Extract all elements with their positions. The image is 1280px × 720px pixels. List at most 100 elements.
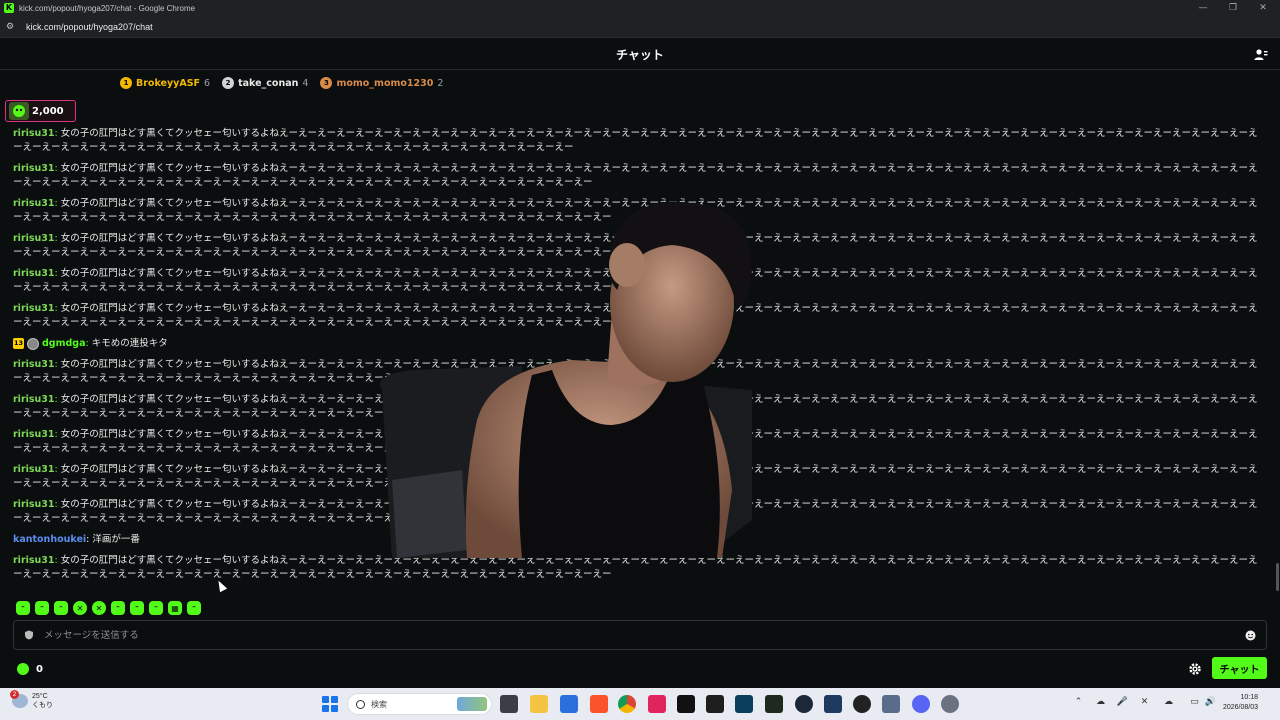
leaderboard-item[interactable]: 3 momo_momo1230 2 xyxy=(320,77,443,89)
chat-message[interactable]: ririsu31: 女の子の肛門はどす黒くてクッセェー匂いするよねえーえーえーえ… xyxy=(13,162,1263,190)
send-chat-button[interactable]: チャット xyxy=(1212,657,1267,679)
obs-icon[interactable] xyxy=(853,695,871,713)
message-username[interactable]: ririsu31 xyxy=(13,268,55,279)
emote-icon[interactable]: ᵔ xyxy=(54,601,68,615)
site-info-icon[interactable]: ⚙ xyxy=(6,22,18,32)
gift-amount: 2,000 xyxy=(32,105,64,117)
restore-icon[interactable]: ❐ xyxy=(1218,0,1248,16)
chatters-icon[interactable] xyxy=(1254,48,1268,62)
message-username[interactable]: ririsu31 xyxy=(13,394,55,405)
emoji-picker-icon[interactable] xyxy=(1245,630,1256,641)
minimize-icon[interactable]: — xyxy=(1188,0,1218,16)
leaderboard-item[interactable]: 1 BrokeyyASF 6 xyxy=(120,77,210,89)
message-username[interactable]: ririsu31 xyxy=(13,128,55,139)
app-icon[interactable] xyxy=(706,695,724,713)
emote-icon[interactable]: ᵔ xyxy=(16,601,30,615)
app-icon[interactable] xyxy=(882,695,900,713)
window-title: kick.com/popout/hyoga207/chat - Google C… xyxy=(19,3,196,13)
weather-widget[interactable]: 2 25°C くもり xyxy=(10,690,53,710)
app-icon[interactable] xyxy=(735,695,753,713)
close-window-icon[interactable]: ✕ xyxy=(1248,0,1278,16)
search-icon xyxy=(356,699,365,709)
weather-temp: 25°C xyxy=(32,693,48,700)
microphone-icon[interactable]: 🎤 xyxy=(1116,696,1129,709)
message-username[interactable]: ririsu31 xyxy=(13,303,55,314)
user-badge-icon xyxy=(27,337,39,350)
message-username[interactable]: ririsu31 xyxy=(13,233,55,244)
message-username[interactable]: dgmdga xyxy=(42,338,86,349)
app-icon[interactable] xyxy=(824,695,842,713)
points-count: 0 xyxy=(36,663,43,675)
points-icon xyxy=(17,663,29,675)
chat-message[interactable]: ririsu31: 女の子の肛門はどす黒くてクッセェー匂いするよねえーえーえーえ… xyxy=(13,554,1263,582)
chat-header: チャット xyxy=(0,40,1280,70)
message-username[interactable]: ririsu31 xyxy=(13,499,55,510)
emote-icon[interactable]: ᵔ xyxy=(130,601,144,615)
emote-icon[interactable]: ✕ xyxy=(92,601,106,615)
shield-icon[interactable] xyxy=(24,630,34,640)
leaderboard-count: 4 xyxy=(302,77,309,89)
message-username[interactable]: ririsu31 xyxy=(13,163,55,174)
address-bar: ⚙ kick.com/popout/hyoga207/chat xyxy=(0,16,1280,38)
settings-app-icon[interactable] xyxy=(941,695,959,713)
volume-icon[interactable]: 🔊 xyxy=(1204,696,1217,709)
leaderboard-name: momo_momo1230 xyxy=(336,77,434,89)
url-text[interactable]: kick.com/popout/hyoga207/chat xyxy=(26,22,153,32)
network-icon[interactable]: ▭ xyxy=(1188,696,1201,709)
chat-input-box xyxy=(13,620,1267,650)
chat-message[interactable]: ririsu31: 女の子の肛門はどす黒くてクッセェー匂いするよねえーえーえーえ… xyxy=(13,127,1263,155)
chat-title: チャット xyxy=(616,48,664,62)
message-username[interactable]: ririsu31 xyxy=(13,464,55,475)
tray-app-icon[interactable]: ✕ xyxy=(1138,696,1151,709)
message-text: 女の子の肛門はどす黒くてクッセェー匂いするよねえーえーえーえーえーえーえーえーえ… xyxy=(13,555,1258,580)
subscriber-badge: 13 xyxy=(13,338,24,349)
app-icon[interactable] xyxy=(765,695,783,713)
steam-icon[interactable] xyxy=(795,695,813,713)
chrome-icon[interactable] xyxy=(618,695,636,713)
rank-badge-icon: 2 xyxy=(222,77,235,89)
emote-icon[interactable]: ᵔ xyxy=(111,601,125,615)
gear-icon[interactable] xyxy=(1188,662,1202,676)
quick-emote-row: ᵔ ᵔ ᵔ ✕ ✕ ᵔ ᵔ ᵔ ▦ ᵔ xyxy=(16,601,201,615)
rank-badge-icon: 1 xyxy=(120,77,132,89)
message-text: 女の子の肛門はどす黒くてクッセェー匂いするよねえーえーえーえーえーえーえーえーえ… xyxy=(13,128,1258,153)
emote-icon[interactable]: ✕ xyxy=(73,601,87,615)
onedrive-icon[interactable]: ☁ xyxy=(1162,696,1175,709)
message-text: 洋画が一番 xyxy=(92,534,140,545)
message-username[interactable]: ririsu31 xyxy=(13,359,55,370)
windows-start-icon[interactable] xyxy=(322,696,338,712)
gifter-avatar xyxy=(9,102,29,120)
file-explorer-icon[interactable] xyxy=(530,695,548,713)
window-titlebar: K kick.com/popout/hyoga207/chat - Google… xyxy=(0,0,1280,16)
app-icon[interactable] xyxy=(648,695,666,713)
brave-browser-icon[interactable] xyxy=(590,695,608,713)
gift-leaderboard: 1 BrokeyyASF 6 2 take_conan 4 3 momo_mom… xyxy=(0,72,1280,94)
emote-icon[interactable]: ᵔ xyxy=(187,601,201,615)
gift-pinned-pill[interactable]: 2,000 xyxy=(5,100,76,122)
taskbar-clock[interactable]: 10:18 2026/08/03 xyxy=(1223,693,1258,713)
windows-taskbar: 2 25°C くもり 検索 ⌃ ☁ 🎤 ✕ ☁ ▭ 🔊 10:18 2026/0… xyxy=(0,688,1280,720)
taskbar-search[interactable]: 検索 xyxy=(347,693,492,715)
message-username[interactable]: ririsu31 xyxy=(13,555,55,566)
task-view-icon[interactable] xyxy=(500,695,518,713)
message-text: キモめの連投キタ xyxy=(91,338,168,349)
leaderboard-item[interactable]: 2 take_conan 4 xyxy=(222,77,308,89)
app-icon[interactable] xyxy=(560,695,578,713)
tiktok-icon[interactable] xyxy=(677,695,695,713)
message-username[interactable]: ririsu31 xyxy=(13,198,55,209)
emote-icon[interactable]: ▦ xyxy=(168,601,182,615)
message-username[interactable]: kantonhoukei xyxy=(13,534,86,545)
channel-points[interactable]: 0 xyxy=(17,663,43,675)
emote-icon[interactable]: ᵔ xyxy=(35,601,49,615)
emote-icon[interactable]: ᵔ xyxy=(149,601,163,615)
discord-icon[interactable] xyxy=(912,695,930,713)
leaderboard-name: take_conan xyxy=(238,77,299,89)
message-username[interactable]: ririsu31 xyxy=(13,429,55,440)
tray-app-icon[interactable]: ☁ xyxy=(1094,696,1107,709)
leaderboard-count: 2 xyxy=(437,77,444,89)
message-input[interactable] xyxy=(44,629,1245,641)
chat-scrollbar[interactable] xyxy=(1276,563,1279,591)
chevron-up-icon[interactable]: ⌃ xyxy=(1072,696,1085,709)
rank-badge-icon: 3 xyxy=(320,77,333,89)
leaderboard-count: 6 xyxy=(204,77,211,89)
